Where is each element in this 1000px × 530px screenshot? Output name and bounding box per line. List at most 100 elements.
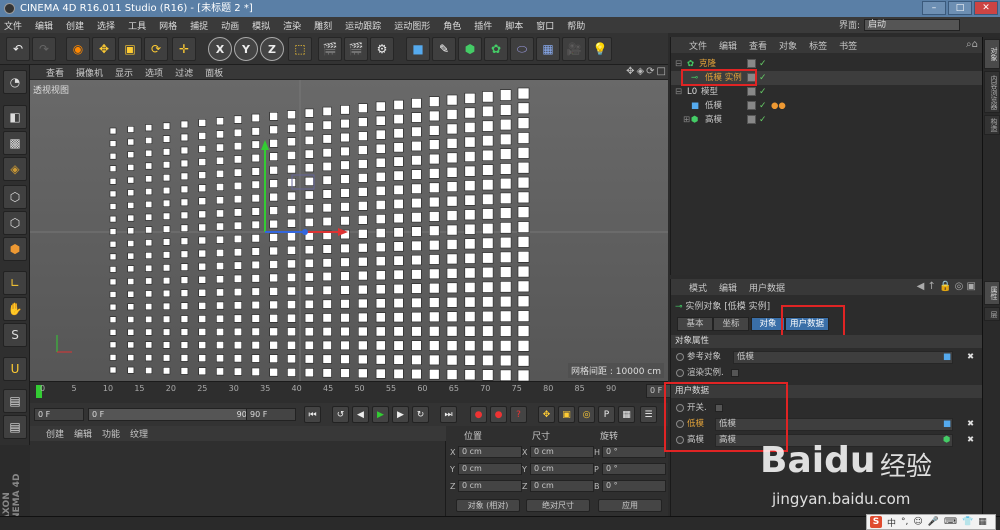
x-axis-lock-button[interactable]: X xyxy=(208,37,232,61)
menu-motion-tracker[interactable]: 运动跟踪 xyxy=(345,19,381,32)
snap-icon[interactable]: S xyxy=(3,323,27,347)
menu-script[interactable]: 脚本 xyxy=(505,19,523,32)
undo-icon[interactable]: ↶ xyxy=(6,37,30,61)
animate-circle[interactable] xyxy=(676,369,684,377)
am-menu-edit[interactable]: 编辑 xyxy=(719,281,737,294)
ime-mic-icon[interactable]: 🎤 xyxy=(928,517,939,527)
om-menu-tags[interactable]: 标签 xyxy=(809,39,827,52)
pos-z-field[interactable]: 0 cm xyxy=(458,480,522,492)
om-menu-file[interactable]: 文件 xyxy=(689,39,707,52)
viewport-navigation-icons[interactable]: ✥◈⟳□ xyxy=(626,66,668,77)
redo-icon[interactable]: ↷ xyxy=(32,37,56,61)
key-position-icon[interactable]: ✥ xyxy=(538,406,555,423)
live-selection-icon[interactable]: ◉ xyxy=(66,37,90,61)
tweak-mode-icon[interactable]: ✋ xyxy=(3,297,27,321)
am-menu-userdata[interactable]: 用户数据 xyxy=(749,281,785,294)
floor-icon[interactable]: ▦ xyxy=(536,37,560,61)
texture-mode-icon[interactable]: ▩ xyxy=(3,131,27,155)
edges-mode-icon[interactable]: ⬡ xyxy=(3,211,27,235)
model-mode-icon[interactable]: ◧ xyxy=(3,105,27,129)
planar-workplane-icon[interactable]: ▤ xyxy=(3,415,27,439)
minimize-button[interactable]: – xyxy=(922,1,946,15)
cloner-icon[interactable]: ✿ xyxy=(484,37,508,61)
tab-attributes-vertical[interactable]: 属性 xyxy=(984,281,1000,305)
om-menu-objects[interactable]: 对象 xyxy=(779,39,797,52)
phong-tag-icon[interactable]: ●● xyxy=(771,99,786,113)
spline-pen-icon[interactable]: ✎ xyxy=(432,37,456,61)
visibility-toggle[interactable] xyxy=(747,87,756,96)
tab-layers-vertical[interactable]: 层 xyxy=(984,307,1000,321)
menu-create[interactable]: 创建 xyxy=(66,19,84,32)
am-menu-mode[interactable]: 模式 xyxy=(689,281,707,294)
menu-select[interactable]: 选择 xyxy=(97,19,115,32)
autokey-icon[interactable]: ● xyxy=(490,406,507,423)
cube-object-icon[interactable]: ■ xyxy=(406,37,430,61)
ime-language[interactable]: 中 xyxy=(887,516,896,529)
object-row-low[interactable]: ■ 低模 ✓ ●● xyxy=(671,99,983,113)
menu-render[interactable]: 渲染 xyxy=(283,19,301,32)
enabled-check-icon[interactable]: ✓ xyxy=(759,113,767,127)
size-y-field[interactable]: 0 cm xyxy=(530,463,594,475)
key-parameter-icon[interactable]: P xyxy=(598,406,615,423)
menu-animate[interactable]: 动画 xyxy=(221,19,239,32)
pick-object-icon[interactable]: ✖ xyxy=(967,350,974,365)
ime-keyboard-icon[interactable]: ⌨ xyxy=(944,517,957,527)
om-menu-bookmarks[interactable]: 书签 xyxy=(839,39,857,52)
scale-tool-icon[interactable]: ▣ xyxy=(118,37,142,61)
lock-workplane-icon[interactable]: ▤ xyxy=(3,389,27,413)
play-icon[interactable]: ▶ xyxy=(372,406,389,423)
menu-character[interactable]: 角色 xyxy=(443,19,461,32)
max-time-field[interactable]: 90 F xyxy=(246,408,296,421)
maximize-button[interactable]: □ xyxy=(948,1,972,15)
size-z-field[interactable]: 0 cm xyxy=(530,480,594,492)
menu-mograph[interactable]: 运动图形 xyxy=(394,19,430,32)
menu-plugins[interactable]: 插件 xyxy=(474,19,492,32)
ime-skin-icon[interactable]: 👕 xyxy=(962,517,973,527)
visibility-toggle[interactable] xyxy=(747,59,756,68)
tab-object[interactable]: 对象 xyxy=(751,317,785,331)
tab-basic[interactable]: 基本 xyxy=(677,317,713,331)
object-row-model[interactable]: ⊟ L0 模型 ✓ xyxy=(671,85,983,99)
goto-next-key-icon[interactable]: ↻ xyxy=(412,406,429,423)
viewport-menu-display[interactable]: 显示 xyxy=(115,66,133,79)
key-rotation-icon[interactable]: ◎ xyxy=(578,406,595,423)
goto-end-icon[interactable]: ⏭ xyxy=(440,406,457,423)
menu-tools[interactable]: 工具 xyxy=(128,19,146,32)
am-nav-icons[interactable]: ◀ ↑ 🔒 ◎ ▣ xyxy=(917,281,976,292)
render-picture-viewer-icon[interactable]: 🎬 xyxy=(344,37,368,61)
apply-button[interactable]: 应用 xyxy=(598,499,662,512)
om-menu-view[interactable]: 查看 xyxy=(749,39,767,52)
tab-coord[interactable]: 坐标 xyxy=(713,317,749,331)
visibility-toggle[interactable] xyxy=(747,101,756,110)
tab-objects-vertical[interactable]: 对象 xyxy=(984,39,1000,69)
record-keys-icon[interactable]: ● xyxy=(470,406,487,423)
menu-file[interactable]: 文件 xyxy=(4,19,22,32)
prev-frame-icon[interactable]: ◀ xyxy=(352,406,369,423)
size-mode-dropdown[interactable]: 绝对尺寸 xyxy=(526,499,590,512)
material-menu-edit[interactable]: 编辑 xyxy=(74,427,92,440)
viewport-menu-view[interactable]: 查看 xyxy=(46,66,64,79)
goto-prev-key-icon[interactable]: ↺ xyxy=(332,406,349,423)
menu-snap[interactable]: 捕捉 xyxy=(190,19,208,32)
render-settings-icon[interactable]: ⚙ xyxy=(370,37,394,61)
goto-start-icon[interactable]: ⏮ xyxy=(304,406,321,423)
z-axis-lock-button[interactable]: Z xyxy=(260,37,284,61)
sogou-logo-icon[interactable]: S xyxy=(870,516,882,528)
coordinate-mode-dropdown[interactable]: 对象 (相对) xyxy=(456,499,520,512)
rot-p-field[interactable]: 0 ° xyxy=(602,463,666,475)
preview-range-slider[interactable]: 0 F 90 F xyxy=(88,408,258,421)
subdivision-surface-icon[interactable]: ⬢ xyxy=(458,37,482,61)
pos-y-field[interactable]: 0 cm xyxy=(458,463,522,475)
object-row-high[interactable]: ⊞ ⬢ 高模 ✓ xyxy=(671,113,983,127)
next-frame-icon[interactable]: ▶ xyxy=(392,406,409,423)
last-tool-icon[interactable]: ✛ xyxy=(172,37,196,61)
layout-dropdown[interactable]: 启动 xyxy=(864,18,960,31)
viewport-menu-filter[interactable]: 过滤 xyxy=(175,66,193,79)
viewport-menu-options[interactable]: 选项 xyxy=(145,66,163,79)
ime-emoji-icon[interactable]: ☺ xyxy=(913,517,922,527)
timeline-ruler[interactable]: 0 5 10 15 20 25 30 35 40 45 50 55 60 65 70 75 80 85 90 0 F xyxy=(30,381,692,403)
tab-structure-vertical[interactable]: 构造 xyxy=(984,115,1000,135)
enabled-check-icon[interactable]: ✓ xyxy=(759,85,767,99)
menu-simulate[interactable]: 模拟 xyxy=(252,19,270,32)
menu-help[interactable]: 帮助 xyxy=(567,19,585,32)
